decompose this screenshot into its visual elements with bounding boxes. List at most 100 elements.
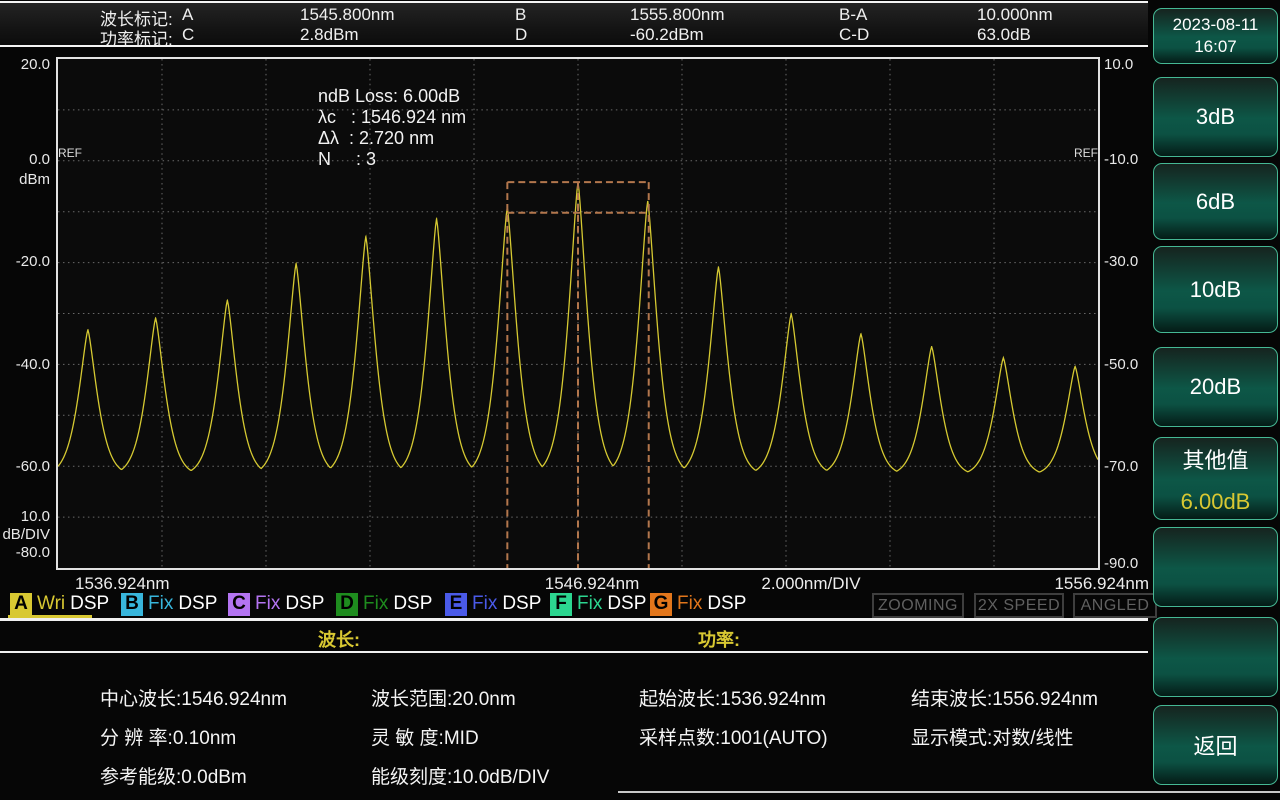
trace-type-label: DSP	[607, 593, 647, 614]
marker-a-value: 1545.800nm	[300, 5, 395, 24]
power-marker-label: 功率标记:	[100, 30, 173, 49]
wavelength-marker-row: 波长标记: A 1545.800nm B 1555.800nm B-A 10.0…	[0, 5, 1148, 29]
power-marker-row: 功率标记: C 2.8dBm D -60.2dBm C-D 63.0dB	[0, 25, 1148, 49]
marker-a-letter: A	[182, 5, 194, 24]
analysis-line: Δλ : 2.720 nm	[318, 128, 435, 148]
x-axis-div-label: 2.000nm/DIV	[761, 574, 861, 593]
trace-type-label: DSP	[502, 593, 542, 614]
y-axis-right-tick: -30.0	[1104, 253, 1139, 270]
trace-letter-badge: D	[336, 592, 358, 616]
wavelength-section-header: 波长:	[318, 630, 360, 650]
trace-letter-badge: B	[121, 592, 143, 616]
y-axis-left-unit: dBm	[19, 171, 50, 188]
sidebar-button-empty-1[interactable]	[1153, 527, 1278, 607]
trace-mode-label: Fix	[363, 593, 389, 614]
button-label: 其他值	[1182, 447, 1249, 473]
setting-readout: 中心波长:1546.924nm	[100, 689, 287, 710]
marker-c-d-label: C-D	[839, 25, 870, 44]
button-label: 10dB	[1189, 276, 1242, 302]
sidebar-button-20db[interactable]: 20dB	[1153, 347, 1278, 427]
button-label: 20dB	[1189, 374, 1242, 399]
status-zooming: ZOOMING	[872, 593, 964, 618]
y-axis-right-tick: 10.0	[1104, 56, 1134, 73]
trace-mode-label: Fix	[255, 593, 281, 614]
ndb-analysis-readout: ndB Loss: 6.00dB λc : 1546.924 nm Δλ : 2.7…	[318, 86, 466, 170]
analysis-line: λc : 1546.924 nm	[318, 107, 467, 127]
marker-d-value: -60.2dBm	[630, 25, 704, 44]
trace-legend-item-a[interactable]: A Wri DSP	[10, 592, 109, 616]
power-section-header: 功率:	[698, 630, 740, 650]
analysis-line: ndB Loss: 6.00dB	[318, 86, 461, 106]
sidebar-button-10db[interactable]: 10dB	[1153, 246, 1278, 333]
y-axis-right-tick: -90.0	[1104, 555, 1139, 572]
datetime-button[interactable]: 2023-08-11 16:07	[1153, 8, 1278, 64]
time-text: 16:07	[1194, 37, 1237, 56]
trace-letter-badge: A	[10, 592, 32, 616]
setting-readout: 起始波长:1536.924nm	[639, 689, 826, 710]
analysis-line: N : 3	[318, 149, 377, 169]
marker-bar: 波长标记: A 1545.800nm B 1555.800nm B-A 10.0…	[0, 1, 1148, 49]
spectrum-plot[interactable]	[56, 57, 1100, 570]
marker-b-letter: B	[515, 5, 527, 24]
trace-mode-label: Fix	[148, 593, 174, 614]
trace-mode-label: Fix	[577, 593, 603, 614]
trace-legend-item-d[interactable]: D Fix DSP	[336, 592, 432, 616]
separator-line-top	[0, 618, 1148, 621]
sidebar-button-back[interactable]: 返回	[1153, 705, 1278, 785]
trace-legend-item-f[interactable]: F Fix DSP	[550, 592, 646, 616]
trace-type-label: DSP	[393, 593, 433, 614]
y-axis-right-tick: -10.0	[1104, 151, 1139, 168]
sidebar-button-other-value[interactable]: 其他值 6.00dB	[1153, 437, 1278, 520]
trace-legend-item-e[interactable]: E Fix DSP	[445, 592, 541, 616]
marker-c-d-value: 63.0dB	[977, 25, 1031, 44]
setting-readout: 结束波长:1556.924nm	[911, 689, 1098, 710]
y-axis-left-tick: 20.0	[20, 56, 50, 73]
trace-type-label: DSP	[285, 593, 325, 614]
marker-c-letter: C	[182, 25, 195, 44]
sidebar-button-empty-2[interactable]	[1153, 617, 1278, 697]
marker-b-a-label: B-A	[839, 5, 868, 24]
x-axis-start-label: 1536.924nm	[75, 574, 170, 593]
sidebar-button-3db[interactable]: 3dB	[1153, 77, 1278, 157]
setting-readout: 分 辨 率:0.10nm	[100, 728, 237, 749]
status-angled: ANGLED	[1073, 593, 1157, 618]
osa-screen: 波长标记: A 1545.800nm B 1555.800nm B-A 10.0…	[0, 0, 1280, 800]
y-axis-left-tick: 0.0	[29, 151, 50, 168]
button-value: 6.00dB	[1180, 488, 1251, 514]
trace-legend-item-c[interactable]: C Fix DSP	[228, 592, 324, 616]
sidebar-button-6db[interactable]: 6dB	[1153, 163, 1278, 240]
marker-b-value: 1555.800nm	[630, 5, 725, 24]
setting-readout: 参考能级:0.0dBm	[100, 767, 247, 788]
trace-letter-badge: C	[228, 592, 250, 616]
y-axis-right-tick: -50.0	[1104, 356, 1139, 373]
marker-c-value: 2.8dBm	[300, 25, 359, 44]
y-axis-left-tick: -60.0	[15, 458, 50, 475]
trace-type-label: DSP	[707, 593, 747, 614]
y-axis-left-tick: -80.0	[15, 544, 50, 561]
setting-readout: 波长范围:20.0nm	[371, 689, 516, 710]
trace-legend-item-b[interactable]: B Fix DSP	[121, 592, 217, 616]
setting-readout: 显示模式:对数/线性	[911, 728, 1074, 749]
bottom-edge-line	[618, 791, 1280, 793]
marker-b-a-value: 10.000nm	[977, 5, 1053, 24]
spectrum-svg	[58, 59, 1098, 568]
y-axis-div-value: 10.0	[20, 508, 50, 525]
y-axis-div-unit: dB/DIV	[2, 526, 50, 543]
status-2x-speed: 2X SPEED	[974, 593, 1064, 618]
ref-marker-left: REF	[58, 146, 82, 160]
button-label: 3dB	[1195, 104, 1236, 129]
trace-letter-badge: F	[550, 592, 572, 616]
trace-legend-item-g[interactable]: G Fix DSP	[650, 592, 746, 616]
trace-letter-badge: G	[650, 592, 672, 616]
button-label: 6dB	[1195, 188, 1236, 214]
setting-readout: 能级刻度:10.0dB/DIV	[371, 767, 550, 788]
trace-mode-label: Fix	[472, 593, 498, 614]
trace-type-label: DSP	[70, 593, 110, 614]
marker-d-letter: D	[515, 25, 528, 44]
trace-mode-label: Fix	[677, 593, 703, 614]
trace-type-label: DSP	[178, 593, 218, 614]
y-axis-right-tick: -70.0	[1104, 458, 1139, 475]
button-label: 返回	[1193, 734, 1238, 759]
y-axis-left-tick: -20.0	[15, 253, 50, 270]
trace-mode-label: Wri	[37, 593, 66, 614]
